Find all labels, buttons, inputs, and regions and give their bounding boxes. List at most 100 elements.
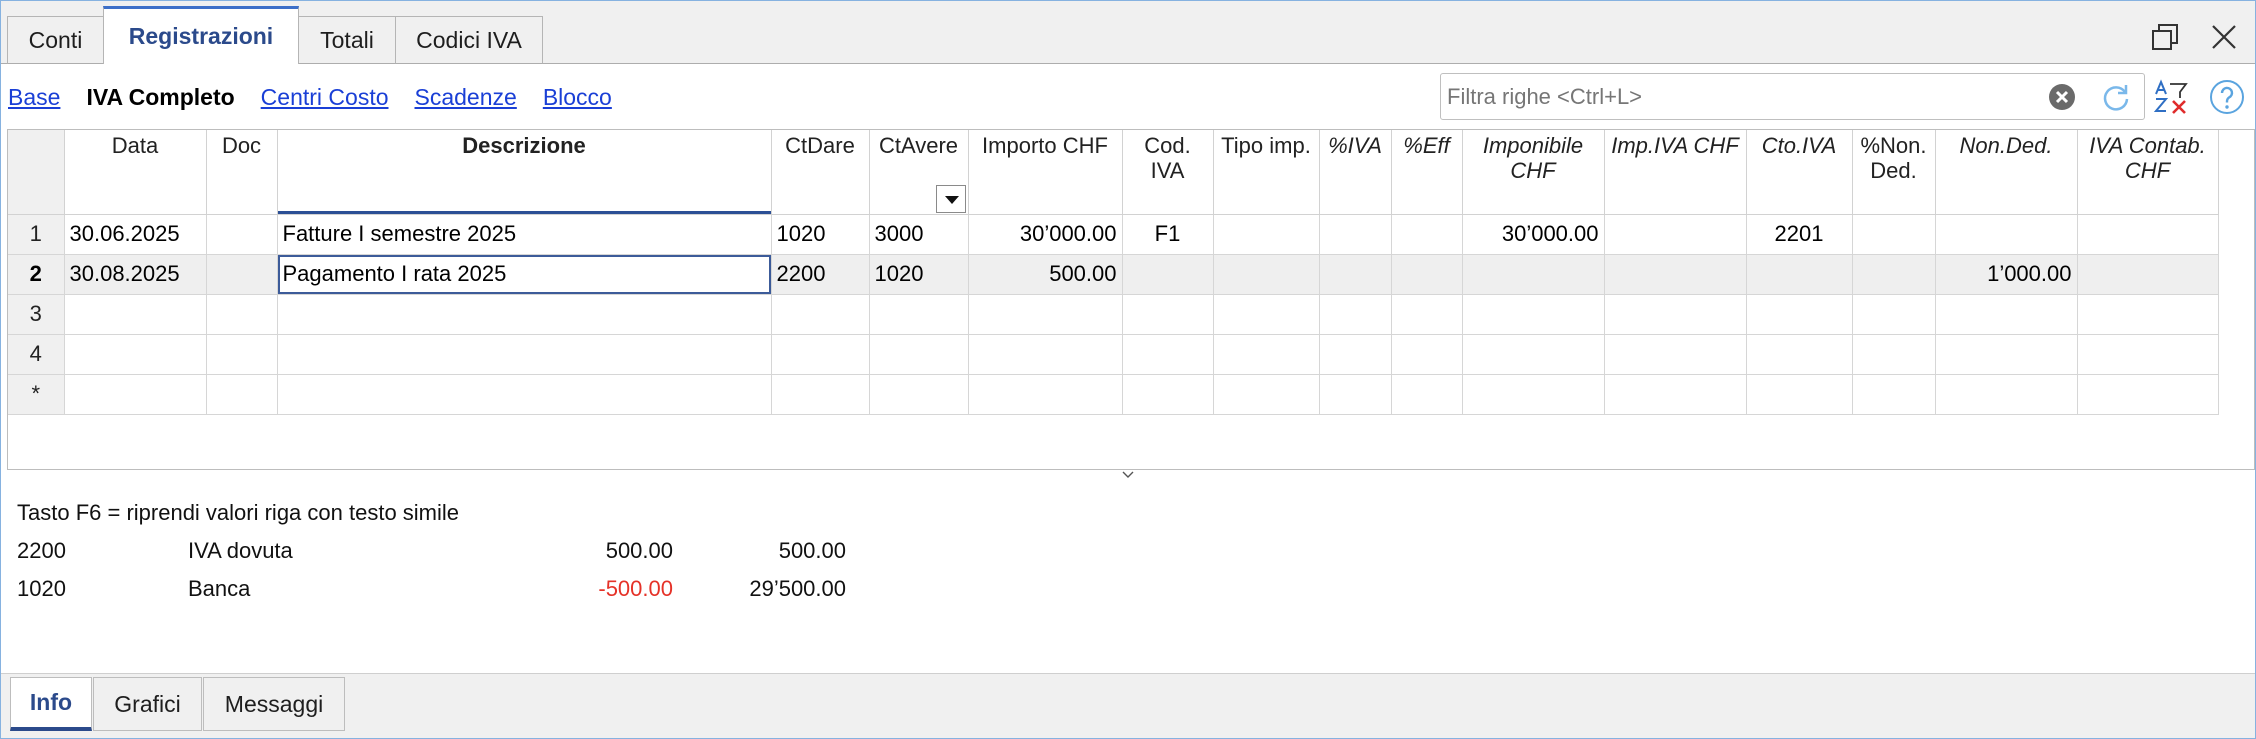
cell-cto-iva[interactable]: [1745, 373, 1853, 415]
column-filter-dropdown-button[interactable]: [935, 184, 966, 213]
cell-importo-chf[interactable]: [967, 373, 1123, 415]
cell-data[interactable]: 30.06.2025: [63, 213, 207, 255]
cell-tipo-imp[interactable]: [1212, 373, 1320, 415]
cell-ctavere[interactable]: [868, 333, 969, 375]
cell-ctavere[interactable]: 3000: [868, 213, 969, 255]
column-header-descrizione[interactable]: Descrizione: [276, 130, 772, 215]
cell-pct-non-ded[interactable]: [1851, 293, 1936, 335]
close-icon[interactable]: [2208, 21, 2240, 53]
cell-pct-iva[interactable]: [1318, 213, 1392, 255]
cell-descrizione[interactable]: [276, 293, 772, 335]
cell-pct-iva[interactable]: [1318, 293, 1392, 335]
view-link-centri-costo[interactable]: Centri Costo: [261, 81, 389, 113]
column-header-imponibile-chf[interactable]: Imponibile CHF: [1461, 130, 1605, 215]
cell-doc[interactable]: [205, 293, 278, 335]
help-icon[interactable]: [2209, 79, 2245, 115]
cell-iva-contab-chf[interactable]: [2076, 213, 2219, 255]
column-header-imp-iva-chf[interactable]: Imp.IVA CHF: [1603, 130, 1747, 215]
view-link-blocco[interactable]: Blocco: [543, 81, 612, 113]
view-link-iva-completo[interactable]: IVA Completo: [86, 81, 234, 113]
column-header-cto-iva[interactable]: Cto.IVA: [1745, 130, 1853, 215]
column-header-pct-eff[interactable]: %Eff: [1390, 130, 1463, 215]
cell-imponibile-chf[interactable]: [1461, 333, 1605, 375]
cell-imponibile-chf[interactable]: [1461, 373, 1605, 415]
cell-pct-eff[interactable]: [1390, 213, 1463, 255]
cell-data[interactable]: [63, 293, 207, 335]
table-row[interactable]: 4: [8, 333, 2219, 375]
tab-totali[interactable]: Totali: [298, 16, 396, 64]
cell-doc[interactable]: [205, 213, 278, 255]
row-number[interactable]: 4: [8, 333, 65, 375]
cell-ctdare[interactable]: [770, 293, 870, 335]
tab-codici-iva[interactable]: Codici IVA: [395, 16, 543, 64]
cell-importo-chf[interactable]: [967, 333, 1123, 375]
row-number[interactable]: 3: [8, 293, 65, 335]
cell-ctdare[interactable]: [770, 333, 870, 375]
cell-doc[interactable]: [205, 333, 278, 375]
row-number[interactable]: *: [8, 373, 65, 415]
row-number[interactable]: 2: [8, 253, 65, 295]
table-row[interactable]: 3: [8, 293, 2219, 335]
cell-pct-non-ded[interactable]: [1851, 373, 1936, 415]
table-row[interactable]: 2 30.08.2025 Pagamento I rata 2025 2200 1020…: [8, 253, 2219, 295]
cell-ctavere[interactable]: [868, 293, 969, 335]
cell-data[interactable]: 30.08.2025: [63, 253, 207, 295]
cell-descrizione[interactable]: [276, 373, 772, 415]
column-header-cod-iva[interactable]: Cod. IVA: [1121, 130, 1214, 215]
cell-imponibile-chf[interactable]: [1461, 253, 1605, 295]
table-row[interactable]: 1 30.06.2025 Fatture I semestre 2025 1020 30…: [8, 213, 2219, 255]
cell-non-ded[interactable]: [1934, 213, 2078, 255]
cell-cod-iva[interactable]: [1121, 293, 1214, 335]
cell-imponibile-chf[interactable]: 30’000.00: [1461, 213, 1605, 255]
cell-data[interactable]: [63, 373, 207, 415]
cell-pct-eff[interactable]: [1390, 333, 1463, 375]
cell-imp-iva-chf[interactable]: [1603, 373, 1747, 415]
cell-non-ded[interactable]: [1934, 333, 2078, 375]
column-header-non-ded[interactable]: Non.Ded.: [1934, 130, 2078, 215]
column-header-pct-non-ded[interactable]: %Non. Ded.: [1851, 130, 1936, 215]
column-header-iva-contab-chf[interactable]: IVA Contab. CHF: [2076, 130, 2219, 215]
cell-descrizione[interactable]: [276, 333, 772, 375]
cell-doc[interactable]: [205, 373, 278, 415]
cell-ctdare[interactable]: 2200: [770, 253, 870, 295]
cell-descrizione[interactable]: Pagamento I rata 2025: [276, 253, 772, 295]
cell-cto-iva[interactable]: [1745, 333, 1853, 375]
cell-imp-iva-chf[interactable]: [1603, 253, 1747, 295]
cell-pct-non-ded[interactable]: [1851, 253, 1936, 295]
cell-pct-eff[interactable]: [1390, 253, 1463, 295]
column-header-tipo-imp[interactable]: Tipo imp.: [1212, 130, 1320, 215]
cell-cod-iva[interactable]: [1121, 373, 1214, 415]
column-header-pct-iva[interactable]: %IVA: [1318, 130, 1392, 215]
grid-corner[interactable]: [8, 130, 65, 215]
cell-tipo-imp[interactable]: [1212, 213, 1320, 255]
cell-imp-iva-chf[interactable]: [1603, 293, 1747, 335]
cell-ctavere[interactable]: 1020: [868, 253, 969, 295]
cell-imp-iva-chf[interactable]: [1603, 333, 1747, 375]
clear-filter-icon[interactable]: [2048, 83, 2076, 111]
cell-pct-eff[interactable]: [1390, 293, 1463, 335]
cell-iva-contab-chf[interactable]: [2076, 373, 2219, 415]
view-link-base[interactable]: Base: [8, 81, 60, 113]
cell-pct-iva[interactable]: [1318, 253, 1392, 295]
cell-cto-iva[interactable]: [1745, 253, 1853, 295]
tab-messaggi[interactable]: Messaggi: [203, 677, 345, 731]
cell-imp-iva-chf[interactable]: [1603, 213, 1747, 255]
cell-non-ded[interactable]: 1’000.00: [1934, 253, 2078, 295]
sort-filter-icon[interactable]: [2153, 79, 2189, 115]
cell-pct-non-ded[interactable]: [1851, 213, 1936, 255]
cell-iva-contab-chf[interactable]: [2076, 293, 2219, 335]
tab-conti[interactable]: Conti: [7, 16, 104, 64]
column-header-ctdare[interactable]: CtDare: [770, 130, 870, 215]
column-header-ctavere[interactable]: CtAvere: [868, 130, 969, 215]
cell-importo-chf[interactable]: 500.00: [967, 253, 1123, 295]
cell-importo-chf[interactable]: 30’000.00: [967, 213, 1123, 255]
panel-splitter[interactable]: [1, 470, 2255, 479]
cell-ctdare[interactable]: [770, 373, 870, 415]
cell-pct-eff[interactable]: [1390, 373, 1463, 415]
cell-imponibile-chf[interactable]: [1461, 293, 1605, 335]
tab-grafici[interactable]: Grafici: [93, 677, 202, 731]
cell-iva-contab-chf[interactable]: [2076, 253, 2219, 295]
view-link-scadenze[interactable]: Scadenze: [415, 81, 517, 113]
column-header-doc[interactable]: Doc: [205, 130, 278, 215]
tab-registrazioni[interactable]: Registrazioni: [103, 6, 299, 64]
